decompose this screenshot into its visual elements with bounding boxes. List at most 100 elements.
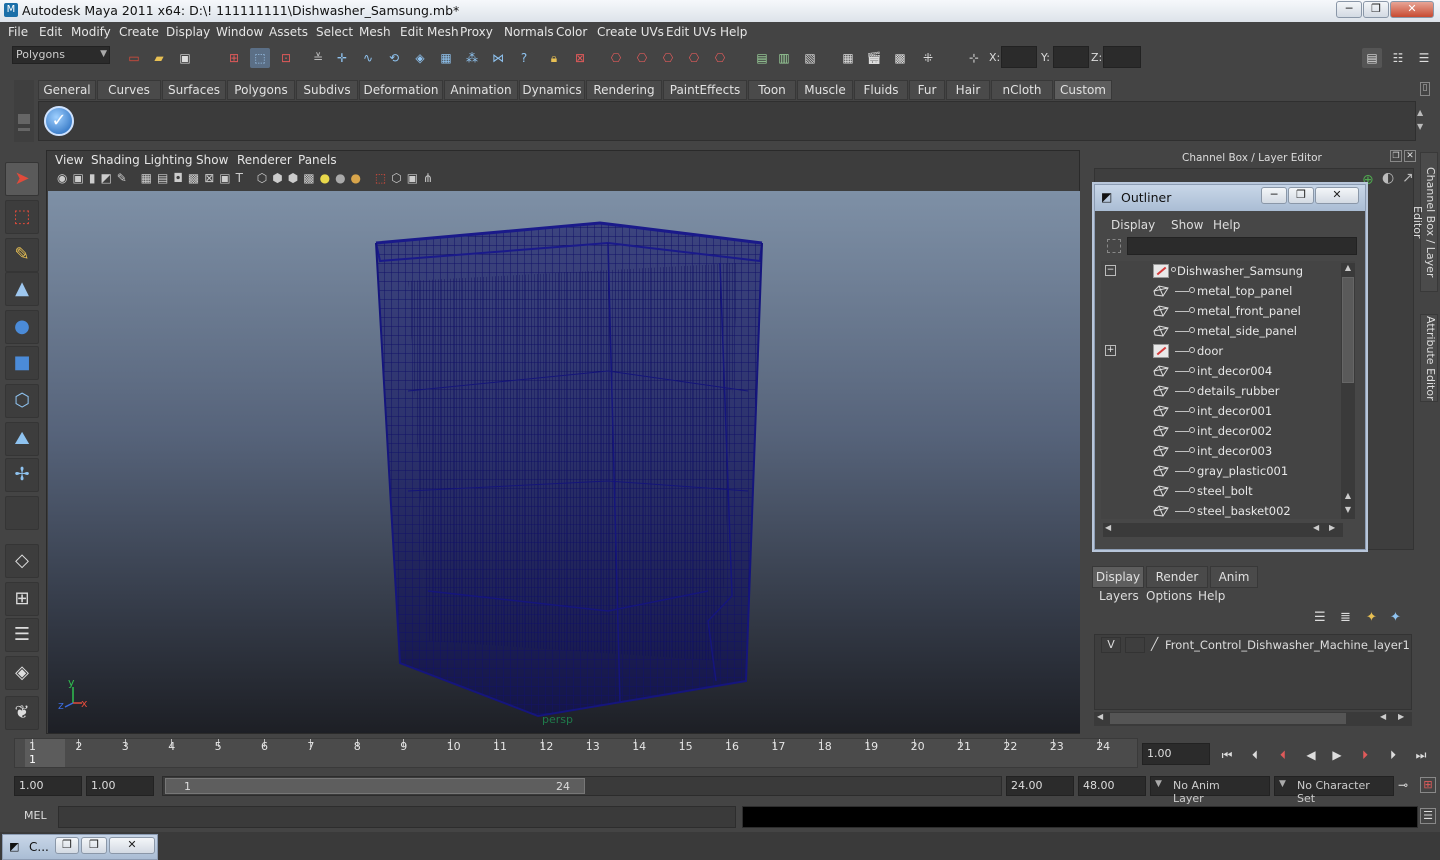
shadows-icon[interactable]: ● xyxy=(351,171,366,185)
go-to-start-icon[interactable]: ⏮ xyxy=(1216,745,1238,765)
outliner-row[interactable]: + door xyxy=(1101,341,1341,361)
shelf-scroll-up-icon[interactable]: ▲ xyxy=(1417,108,1429,120)
menu-edit-mesh[interactable]: Edit Mesh xyxy=(400,25,459,39)
command-language-label[interactable]: MEL xyxy=(24,809,47,822)
play-forwards-icon[interactable]: ▶ xyxy=(1326,745,1348,765)
menu-file[interactable]: File xyxy=(8,25,28,39)
snap-point-icon[interactable]: ⟲ xyxy=(384,48,404,68)
render-frame-icon[interactable]: ⎔ xyxy=(606,48,626,68)
outliner-root-row[interactable]: − Dishwasher_Samsung xyxy=(1101,261,1341,281)
shelf-tab-painteffects[interactable]: PaintEffects xyxy=(663,80,747,100)
input-mode-icon[interactable]: ⊹ xyxy=(964,48,984,68)
outliner-search-input[interactable] xyxy=(1127,237,1357,255)
shelf-tab-subdivs[interactable]: Subdivs xyxy=(296,80,358,100)
scroll-left-icon[interactable]: ◀ xyxy=(1105,523,1111,532)
film-gate-icon[interactable]: ▤ xyxy=(157,171,173,185)
channel-box-tool-icon[interactable]: ↗ xyxy=(1402,170,1414,186)
render-view-icon[interactable]: ⎔ xyxy=(710,48,730,68)
soft-mod-tool-icon[interactable]: ⛰ xyxy=(5,422,39,456)
menu-assets[interactable]: Assets xyxy=(269,25,308,39)
channel-box-close-icon[interactable]: ✕ xyxy=(1404,150,1416,162)
hypershade-icon[interactable]: ⎔ xyxy=(684,48,704,68)
resolution-gate-icon[interactable]: ◘ xyxy=(173,171,188,185)
batch-render-icon[interactable]: ▩ xyxy=(890,48,910,68)
scroll-left-icon[interactable]: ◀ xyxy=(1097,712,1103,721)
animation-end-field[interactable]: 48.00 xyxy=(1078,776,1146,796)
outliner-row[interactable]: steel_bolt xyxy=(1101,481,1341,501)
shelf-tab-custom[interactable]: Custom xyxy=(1054,80,1112,100)
menu-set-dropdown[interactable]: Polygons ▼ xyxy=(12,46,110,64)
filter-icon[interactable]: ≚ xyxy=(308,48,328,68)
lock-icon[interactable]: 🔒︎ xyxy=(544,48,564,68)
character-set-dropdown[interactable]: ▼ No Character Set xyxy=(1274,776,1394,805)
select-object-icon[interactable]: ⬚ xyxy=(250,48,270,68)
maximize-button[interactable]: ❐ xyxy=(1363,1,1389,18)
menu-mesh[interactable]: Mesh xyxy=(359,25,391,39)
outliner-maximize-button[interactable]: ❐ xyxy=(1288,187,1314,204)
shelf-tab-muscle[interactable]: Muscle xyxy=(797,80,853,100)
smooth-shade-icon[interactable]: ⬢ xyxy=(272,171,287,185)
outliner-row[interactable]: int_decor002 xyxy=(1101,421,1341,441)
render-layers-icon[interactable]: ⁜ xyxy=(918,48,938,68)
shelf-tab-ncloth[interactable]: nCloth xyxy=(991,80,1053,100)
scroll-down-icon[interactable]: ▼ xyxy=(1342,505,1354,517)
move-tool-icon[interactable]: ▲ xyxy=(5,272,39,306)
construction-history-icon[interactable]: ⊠ xyxy=(570,48,590,68)
toggle-attribute-icon[interactable]: ▥ xyxy=(774,48,794,68)
move-layer-up-icon[interactable]: ☰ xyxy=(1314,610,1326,625)
shelf-tab-hair[interactable]: Hair xyxy=(946,80,990,100)
outliner-row[interactable]: int_decor004 xyxy=(1101,361,1341,381)
layer-tab-render[interactable]: Render xyxy=(1146,566,1208,588)
outliner-row[interactable]: int_decor001 xyxy=(1101,401,1341,421)
layer-menu-options[interactable]: Options xyxy=(1146,589,1192,603)
hypershade-layout-icon[interactable]: ❦ xyxy=(5,696,39,730)
toggle-channel-icon[interactable]: ▧ xyxy=(800,48,820,68)
save-scene-icon[interactable]: ▣ xyxy=(175,48,195,68)
shelf-tab-general[interactable]: General xyxy=(38,80,96,100)
layer-color-icon[interactable]: ╱ xyxy=(1151,637,1165,653)
outliner-filter-icon[interactable] xyxy=(1107,239,1121,253)
channel-box-key-icon[interactable]: ◐ xyxy=(1382,170,1394,186)
layer-tab-display[interactable]: Display xyxy=(1092,566,1144,588)
anim-layer-dropdown[interactable]: ▼ No Anim Layer xyxy=(1150,776,1270,805)
graph-layout-icon[interactable]: ◈ xyxy=(5,656,39,690)
outliner-minimize-button[interactable]: ─ xyxy=(1261,187,1287,204)
gate-mask-icon[interactable]: ▩ xyxy=(188,171,204,185)
safe-title-icon[interactable]: T xyxy=(236,171,248,185)
menu-proxy[interactable]: Proxy xyxy=(460,25,493,39)
x-field[interactable] xyxy=(1001,46,1037,68)
toggle-sidebar-icon[interactable]: ▤ xyxy=(752,48,772,68)
shelf-tab-dynamics[interactable]: Dynamics xyxy=(519,80,585,100)
select-tool-icon[interactable]: ➤ xyxy=(5,162,39,196)
scroll-right-icon[interactable]: ▶ xyxy=(1398,712,1404,721)
render-settings-icon[interactable]: ⎔ xyxy=(658,48,678,68)
outliner-row[interactable]: gray_plastic001 xyxy=(1101,461,1341,481)
play-backwards-icon[interactable]: ◀ xyxy=(1300,745,1322,765)
field-chart-icon[interactable]: ⊠ xyxy=(204,171,219,185)
trash-icon[interactable]: ▯ xyxy=(1420,82,1430,96)
layer-row[interactable]: V ╱ Front_Control_Dishwasher_Machine_lay… xyxy=(1097,637,1410,655)
script-editor-icon[interactable]: ☰ xyxy=(1420,808,1436,824)
layer-tab-anim[interactable]: Anim xyxy=(1210,566,1258,588)
minimized-restore-button[interactable]: ❐ xyxy=(55,837,79,854)
move-layer-down-icon[interactable]: ≣ xyxy=(1340,610,1351,625)
viewport-menu-shading[interactable]: Shading xyxy=(91,153,140,167)
render-icon[interactable]: ▦ xyxy=(838,48,858,68)
shelf-tab-curves[interactable]: Curves xyxy=(97,80,161,100)
command-input[interactable] xyxy=(58,806,736,828)
snap-plane-icon[interactable]: ◈ xyxy=(410,48,430,68)
time-ruler[interactable]: 1 1 2 3 4 5 6 7 8 9 10 11 12 13 14 15 16 17 18 19 20 21 22 23 2… xyxy=(14,738,1138,768)
outliner-row[interactable]: metal_front_panel xyxy=(1101,301,1341,321)
outliner-horizontal-scrollbar[interactable]: ◀ ◀ ▶ xyxy=(1103,523,1343,537)
isolate-select-icon[interactable]: ⬚ xyxy=(375,171,391,185)
menu-create[interactable]: Create xyxy=(119,25,159,39)
collapse-toggle[interactable]: − xyxy=(1105,265,1116,276)
new-layer-selected-icon[interactable]: ✦ xyxy=(1390,610,1401,625)
last-tool-icon[interactable]: ✢ xyxy=(5,458,39,492)
step-back-key-icon[interactable]: ⏴ xyxy=(1272,745,1294,765)
side-tab-attribute-editor[interactable]: Attribute Editor xyxy=(1420,314,1438,402)
animation-start-field[interactable]: 1.00 xyxy=(14,776,82,796)
select-component-icon[interactable]: ⊡ xyxy=(276,48,296,68)
step-back-frame-icon[interactable]: ⏴ xyxy=(1244,745,1266,765)
help-icon[interactable]: ? xyxy=(514,48,534,68)
